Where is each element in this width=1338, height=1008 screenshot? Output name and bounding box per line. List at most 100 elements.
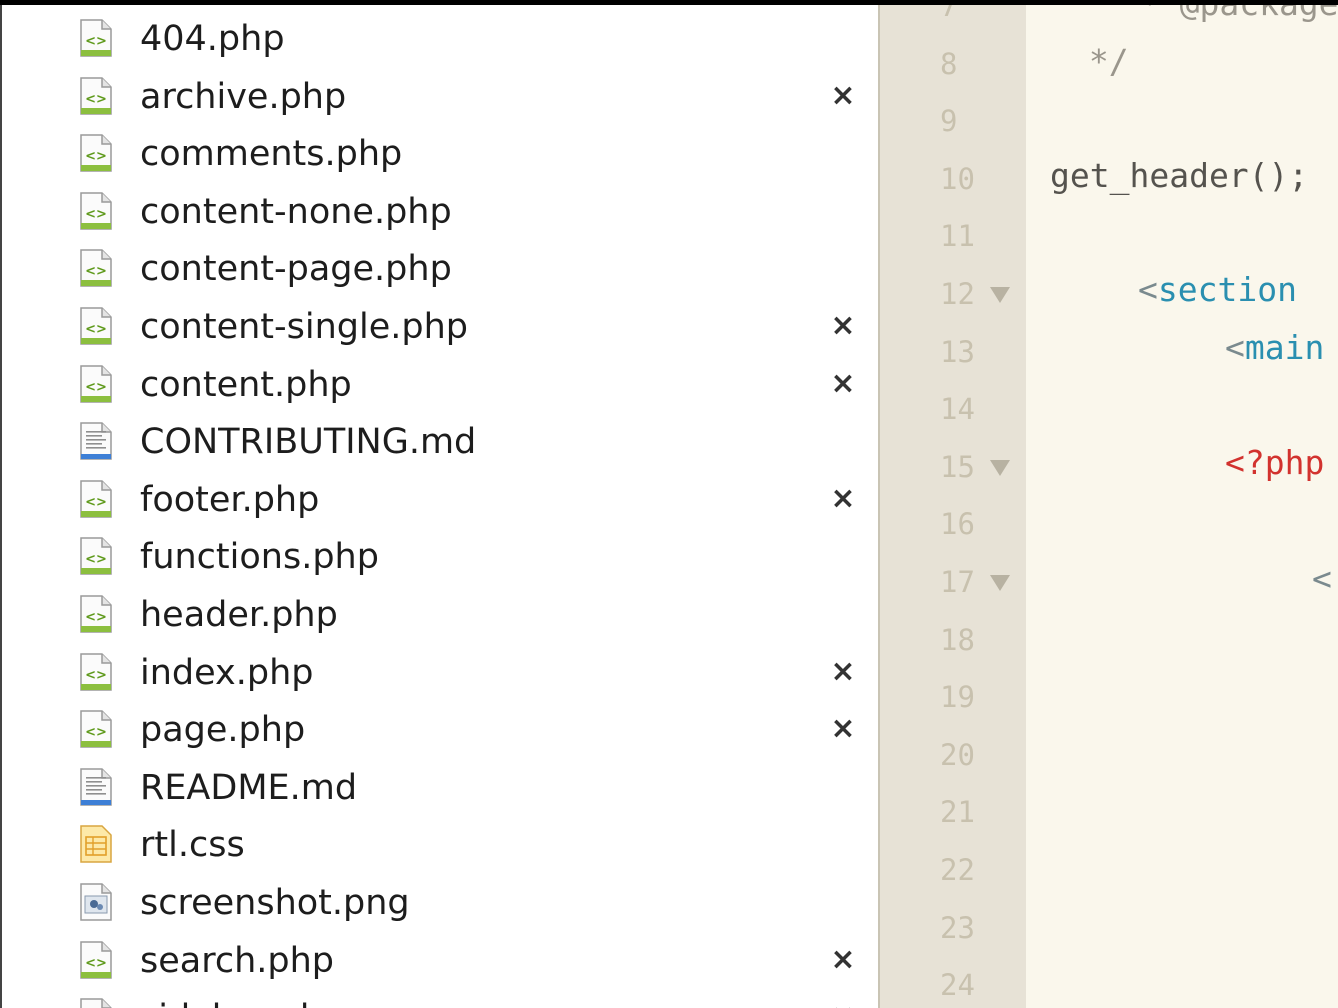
php-file-icon: <> — [78, 76, 114, 115]
file-name: rtl.css — [140, 825, 245, 866]
file-tree-item[interactable]: rtl.css — [2, 816, 878, 874]
svg-text:<>: <> — [85, 668, 107, 683]
svg-text:<>: <> — [85, 495, 107, 510]
svg-text:<>: <> — [85, 92, 107, 107]
file-tree-item[interactable]: <> footer.php × — [2, 471, 878, 529]
svg-text:<>: <> — [85, 264, 107, 279]
php-file-icon: <> — [78, 595, 114, 633]
php-file-icon: <> — [78, 134, 114, 172]
file-tree-item[interactable]: <> content-none.php — [2, 183, 878, 241]
svg-text:<>: <> — [85, 207, 107, 222]
file-tree-item[interactable]: README.md — [2, 759, 878, 817]
php-file-icon: <> — [78, 192, 114, 230]
file-name: CONTRIBUTING.md — [140, 422, 477, 463]
close-icon[interactable]: × — [828, 308, 858, 344]
code-line-15: <?php — [1225, 443, 1325, 482]
file-tree-item[interactable]: CONTRIBUTING.md — [2, 413, 878, 471]
close-icon[interactable]: × — [828, 942, 858, 978]
line-number: 13 — [940, 334, 975, 369]
php-file-icon: <> — [78, 480, 114, 518]
line-number: 22 — [940, 853, 975, 887]
file-tree-item[interactable]: <> index.php × — [2, 644, 878, 702]
close-icon[interactable]: × — [828, 711, 858, 747]
line-number: 7 — [940, 5, 958, 23]
svg-text:<>: <> — [85, 322, 107, 337]
line-number: 8 — [940, 46, 958, 81]
line-number-gutter: 7 8 9 10 11 12 13 14 15 16 17 18 19 20 21 22 23 24 — [880, 5, 1026, 1008]
css-file-icon — [78, 825, 114, 864]
file-name: comments.php — [140, 134, 403, 175]
svg-text:<>: <> — [85, 380, 107, 395]
file-tree-item[interactable]: <> content-page.php — [2, 240, 878, 298]
file-tree-item[interactable]: <> sidebar.php × — [2, 989, 878, 1008]
file-tree-item[interactable]: <> content.php × — [2, 356, 878, 414]
close-icon[interactable]: × — [828, 999, 858, 1008]
tag-name: main — [1244, 328, 1325, 367]
file-name: functions.php — [140, 537, 379, 578]
svg-text:<>: <> — [85, 610, 107, 625]
php-file-icon: <> — [78, 710, 114, 748]
file-tree-item[interactable]: <> archive.php × — [2, 68, 878, 126]
code-line-12: <section — [1138, 268, 1297, 312]
fold-arrow-icon[interactable] — [988, 573, 1012, 593]
line-number: 19 — [940, 680, 975, 715]
file-tree-item[interactable]: <> page.php × — [2, 701, 878, 759]
file-tree-item[interactable]: <> search.php × — [2, 932, 878, 990]
file-name: 404.php — [140, 19, 285, 59]
file-tree-item[interactable]: <> comments.php — [2, 125, 878, 183]
file-tree-sidebar: <> 404.php <> archive.php × <> comments.php <> c… — [0, 5, 878, 1008]
file-name: page.php — [140, 710, 306, 751]
editor-window: <> 404.php <> archive.php × <> comments.php <> c… — [0, 0, 1338, 1008]
line-number: 24 — [940, 968, 975, 1003]
svg-text:<>: <> — [85, 34, 107, 49]
file-name: archive.php — [140, 76, 347, 117]
file-tree-item[interactable]: <> header.php — [2, 586, 878, 644]
file-name: content-none.php — [140, 191, 452, 232]
line-number: 21 — [940, 795, 975, 830]
file-name: content.php — [140, 364, 352, 405]
fold-arrow-icon[interactable] — [988, 458, 1012, 478]
file-tree-item[interactable]: <> content-single.php × — [2, 298, 878, 356]
php-file-icon: <> — [78, 940, 114, 979]
code-line-10: get_header(); — [1050, 156, 1309, 195]
php-file-icon: <> — [78, 364, 114, 403]
code-editor[interactable]: * @package _ */ get_header(); <section <… — [1026, 5, 1338, 1008]
line-number: 9 — [940, 104, 958, 139]
file-name: index.php — [140, 652, 314, 693]
file-name: sidebar.php — [140, 997, 344, 1008]
svg-text:<>: <> — [85, 956, 107, 971]
php-file-icon: <> — [78, 998, 114, 1008]
close-icon[interactable]: × — [828, 654, 858, 690]
line-number: 14 — [940, 392, 975, 427]
close-icon[interactable]: × — [828, 481, 858, 517]
file-name: README.md — [140, 767, 358, 808]
markdown-file-icon — [78, 422, 114, 460]
tag-bracket: < — [1225, 328, 1245, 367]
image-file-icon — [78, 883, 114, 921]
file-name: search.php — [140, 940, 335, 981]
tag-name: section — [1157, 270, 1297, 309]
php-file-icon: <> — [78, 307, 114, 345]
tag-bracket: < — [1138, 270, 1158, 309]
code-line-13: <main — [1225, 326, 1324, 370]
file-tree-item[interactable]: screenshot.png — [2, 874, 878, 932]
line-number: 10 — [940, 161, 975, 196]
file-tree-item[interactable]: <> 404.php — [2, 10, 878, 68]
markdown-file-icon — [78, 768, 114, 806]
line-number: 23 — [940, 910, 975, 945]
fold-arrow-icon[interactable] — [988, 285, 1012, 305]
close-icon[interactable]: × — [828, 78, 858, 114]
svg-text:<>: <> — [85, 725, 107, 740]
file-name: content-single.php — [140, 307, 468, 347]
line-number: 11 — [940, 219, 975, 254]
file-name: screenshot.png — [140, 883, 410, 923]
line-number: 20 — [940, 737, 975, 772]
code-line-17: < — [1312, 559, 1332, 598]
close-icon[interactable]: × — [828, 366, 858, 402]
code-line-7: * @package _ — [1120, 5, 1338, 26]
file-tree-item[interactable]: <> functions.php — [2, 528, 878, 586]
code-line-8: */ — [1069, 42, 1129, 81]
line-number: 18 — [940, 622, 975, 657]
php-file-icon: <> — [78, 652, 114, 691]
file-name: header.php — [140, 595, 338, 635]
